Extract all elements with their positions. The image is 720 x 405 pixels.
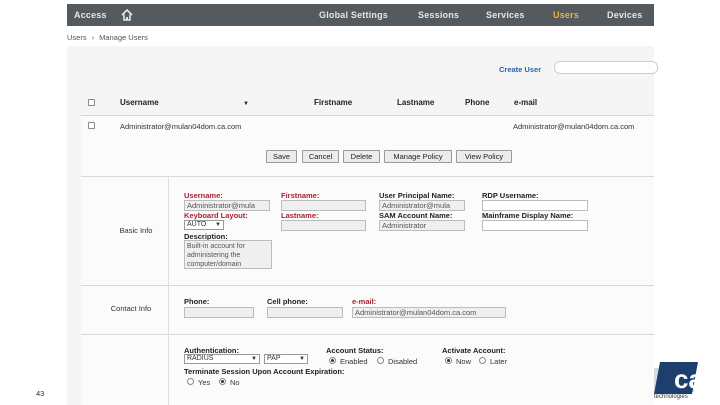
save-button[interactable]: Save xyxy=(266,150,297,163)
auth-protocol-select[interactable]: PAP ▼ xyxy=(264,354,308,364)
home-icon[interactable] xyxy=(120,8,134,22)
description-line: Built-in account for xyxy=(187,243,245,250)
activate-later-label: Later xyxy=(490,357,508,366)
status-disabled-radio[interactable] xyxy=(377,357,384,364)
contact-info-label: Contact Info xyxy=(110,304,152,313)
phone-label: Phone: xyxy=(184,297,210,306)
status-disabled-label: Disabled xyxy=(388,357,418,366)
terminate-no-label: No xyxy=(230,378,240,387)
nav-global-settings[interactable]: Global Settings xyxy=(319,10,388,20)
phone-field[interactable] xyxy=(184,307,254,318)
section-divider xyxy=(168,176,169,405)
status-enabled-radio[interactable] xyxy=(329,357,336,364)
search-input[interactable] xyxy=(554,61,658,74)
keyboard-layout-select[interactable]: AUTO ▼ xyxy=(184,220,224,230)
breadcrumb-current: Manage Users xyxy=(99,33,148,42)
row-checkbox[interactable] xyxy=(88,122,95,129)
contact-info-section xyxy=(81,285,654,286)
breadcrumb: Users › Manage Users xyxy=(67,33,148,42)
breadcrumb-users[interactable]: Users xyxy=(67,33,87,42)
upn-field[interactable]: Administrator@mula xyxy=(379,200,465,211)
username-field[interactable]: Administrator@mula xyxy=(184,200,270,211)
basic-info-label: Basic Info xyxy=(119,226,153,235)
col-lastname[interactable]: Lastname xyxy=(397,98,434,107)
firstname-field[interactable] xyxy=(281,200,366,211)
status-enabled-label: Enabled xyxy=(340,357,368,366)
terminate-session-label: Terminate Session Upon Account Expiratio… xyxy=(184,367,345,376)
col-phone[interactable]: Phone xyxy=(465,98,489,107)
cancel-button[interactable]: Cancel xyxy=(302,150,339,163)
row-email: Administrator@mulan04dom.ca.com xyxy=(513,122,635,131)
description-line: administering the xyxy=(187,252,241,259)
logo-tagline: technologies xyxy=(654,394,688,400)
username-label: Username: xyxy=(184,191,223,200)
svg-text:ca: ca xyxy=(674,364,703,394)
mainframe-field[interactable] xyxy=(482,220,588,231)
col-firstname[interactable]: Firstname xyxy=(314,98,352,107)
chevron-down-icon: ▼ xyxy=(299,356,305,362)
lastname-label: Lastname: xyxy=(281,211,319,220)
rdp-username-label: RDP Username: xyxy=(482,191,539,200)
email-field[interactable]: Administrator@mulan04dom.ca.com xyxy=(352,307,506,318)
delete-button[interactable]: Delete xyxy=(343,150,380,163)
terminate-no-radio[interactable] xyxy=(219,378,226,385)
view-policy-button[interactable]: View Policy xyxy=(456,150,512,163)
account-status-label: Account Status: xyxy=(326,346,384,355)
authentication-select[interactable]: RADIUS ▼ xyxy=(184,354,260,364)
authentication-value: RADIUS xyxy=(187,355,214,362)
col-email[interactable]: e-mail xyxy=(514,98,537,107)
basic-info-section xyxy=(81,176,654,177)
rdp-username-field[interactable] xyxy=(482,200,588,211)
nav-access[interactable]: Access xyxy=(74,10,107,20)
auth-section xyxy=(81,334,654,335)
nav-devices[interactable]: Devices xyxy=(607,10,642,20)
auth-protocol-value: PAP xyxy=(267,355,281,362)
activate-account-label: Activate Account: xyxy=(442,346,506,355)
chevron-down-icon: ▼ xyxy=(215,222,221,228)
nav-users[interactable]: Users xyxy=(553,10,579,20)
select-all-checkbox[interactable] xyxy=(88,99,95,106)
create-user-link[interactable]: Create User xyxy=(499,65,541,74)
manage-policy-button[interactable]: Manage Policy xyxy=(384,150,452,163)
sort-down-icon[interactable]: ▼ xyxy=(243,101,249,107)
email-label: e-mail: xyxy=(352,297,377,306)
sam-field[interactable]: Administrator xyxy=(379,220,465,231)
firstname-label: Firstname: xyxy=(281,191,320,200)
description-field[interactable]: Built-in account for administering the c… xyxy=(184,240,272,269)
nav-services[interactable]: Services xyxy=(486,10,525,20)
top-nav-bar: Access Global Settings Sessions Services… xyxy=(67,4,654,26)
breadcrumb-separator: › xyxy=(91,33,95,42)
terminate-yes-radio[interactable] xyxy=(187,378,194,385)
nav-sessions[interactable]: Sessions xyxy=(418,10,459,20)
activate-now-radio[interactable] xyxy=(445,357,452,364)
mainframe-label: Mainframe Display Name: xyxy=(482,211,574,220)
cell-phone-label: Cell phone: xyxy=(267,297,308,306)
cell-phone-field[interactable] xyxy=(267,307,343,318)
keyboard-layout-value: AUTO xyxy=(187,221,207,228)
lastname-field[interactable] xyxy=(281,220,366,231)
chevron-down-icon: ▼ xyxy=(251,356,257,362)
sam-label: SAM Account Name: xyxy=(379,211,453,220)
activate-later-radio[interactable] xyxy=(479,357,486,364)
col-username[interactable]: Username xyxy=(120,98,159,107)
row-username[interactable]: Administrator@mulan04dom.ca.com xyxy=(120,122,241,131)
keyboard-layout-label: Keyboard Layout: xyxy=(184,211,248,220)
activate-now-label: Now xyxy=(456,357,472,366)
description-line: computer/domain xyxy=(187,261,242,268)
slide-page-number: 43 xyxy=(36,389,45,398)
terminate-yes-label: Yes xyxy=(198,378,211,387)
upn-label: User Principal Name: xyxy=(379,191,455,200)
